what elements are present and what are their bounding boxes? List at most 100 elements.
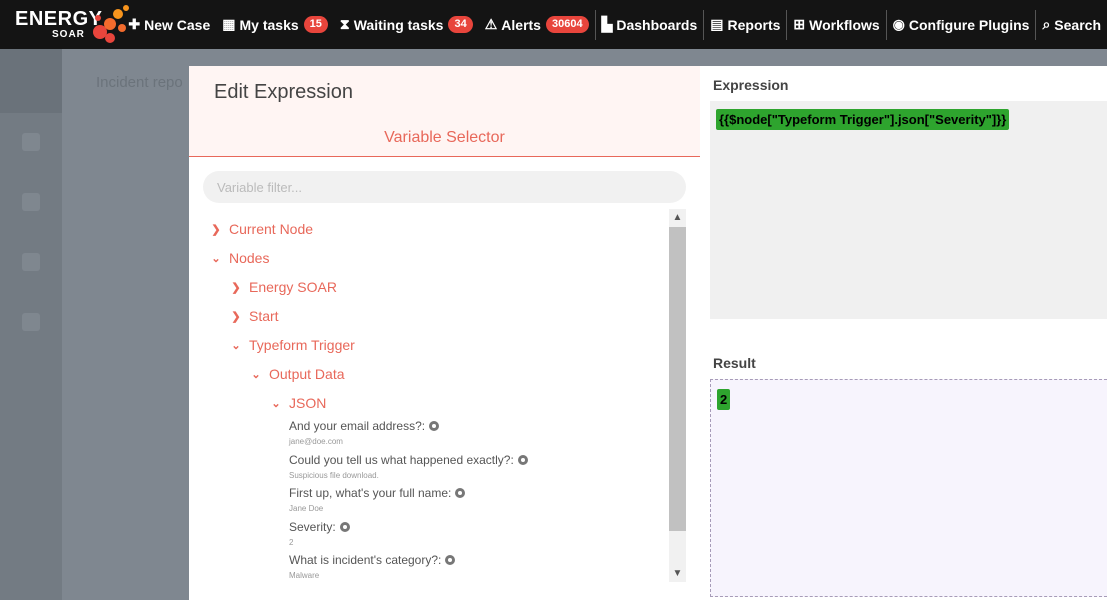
scrollbar-thumb[interactable] <box>669 227 686 531</box>
chevron-down-icon: ⌄ <box>231 339 241 352</box>
json-field-name-row: First up, what's your full name: <box>289 486 466 500</box>
json-field[interactable]: First up, what's your full name: Jane Do… <box>289 486 466 513</box>
json-field-name: Severity: <box>289 520 336 534</box>
variable-selector-title: Variable Selector <box>384 129 505 146</box>
json-field-value: Suspicious file download. <box>289 471 379 480</box>
variable-filter-input[interactable] <box>203 171 686 203</box>
background-sidebar-icon <box>22 313 40 331</box>
expression-label: Expression <box>713 77 789 93</box>
nav-reports[interactable]: ▤ Reports <box>704 0 786 49</box>
nav-waiting-tasks[interactable]: ⧗ Waiting tasks 34 <box>334 0 479 49</box>
nav-alerts-label: Alerts <box>501 16 541 33</box>
tree-scrollbar[interactable]: ▲ ▼ <box>669 209 686 582</box>
json-field[interactable]: What is incident's category?: Malware <box>289 553 456 580</box>
tree-item-label: Typeform Trigger <box>249 337 355 353</box>
main-nav: ✚ New Case ▦ My tasks 15 ⧗ Waiting tasks… <box>122 0 1107 49</box>
bar-chart-icon: ▙ <box>601 16 613 32</box>
nav-alerts[interactable]: ⚠ Alerts 30604 <box>479 0 595 49</box>
tasks-icon: ▦ <box>222 16 236 32</box>
tree-item-label: Output Data <box>269 366 345 382</box>
scroll-down-arrow-icon[interactable]: ▼ <box>669 565 686 582</box>
background-sidebar-header <box>0 49 62 113</box>
background-sidebar-icon <box>22 193 40 211</box>
tree-item-typeform-trigger[interactable]: ⌄ Typeform Trigger <box>231 337 355 353</box>
insert-variable-icon[interactable] <box>339 522 350 532</box>
nav-waiting-tasks-label: Waiting tasks <box>353 16 444 33</box>
expression-value: {{$node["Typeform Trigger"].json["Severi… <box>716 109 1010 130</box>
json-field-value: 2 <box>289 538 294 547</box>
tree-item-label: Current Node <box>229 221 314 237</box>
nav-new-case-label: New Case <box>144 16 211 33</box>
json-field-name-row: And your email address?: <box>289 419 440 433</box>
tree-item-label: Nodes <box>229 250 270 266</box>
result-value: 2 <box>717 389 731 410</box>
chevron-right-icon: ❯ <box>211 223 221 236</box>
tree-item-label: Energy SOAR <box>249 279 337 295</box>
edit-expression-modal-left: Edit Expression Variable Selector ❯ Curr… <box>189 66 700 600</box>
json-field-name: What is incident's category?: <box>289 553 442 567</box>
nav-configure-plugins[interactable]: ◉ Configure Plugins <box>887 0 1036 49</box>
file-icon: ▤ <box>710 16 724 32</box>
logo-hexagon-icon <box>93 5 129 43</box>
tree-item-json[interactable]: ⌄ JSON <box>271 395 326 411</box>
sitemap-icon: ⊞ <box>793 16 806 32</box>
chevron-right-icon: ❯ <box>231 310 241 323</box>
modal-header: Edit Expression Variable Selector <box>189 66 700 157</box>
insert-variable-icon[interactable] <box>517 455 528 465</box>
top-nav-bar: ENERGY SOAR ✚ New Case ▦ My tasks 15 ⧗ W… <box>0 0 1107 49</box>
json-field-name: First up, what's your full name: <box>289 486 452 500</box>
json-field-name-row: Severity: <box>289 520 350 534</box>
nav-my-tasks-label: My tasks <box>239 16 299 33</box>
tree-item-nodes[interactable]: ⌄ Nodes <box>211 250 269 266</box>
nav-workflows[interactable]: ⊞ Workflows <box>787 0 885 49</box>
json-field[interactable]: Severity: 2 <box>289 520 350 547</box>
nav-dashboards-label: Dashboards <box>616 16 698 33</box>
edit-expression-modal-right: Expression {{$node["Typeform Trigger"].j… <box>700 66 1107 600</box>
hourglass-icon: ⧗ <box>339 16 350 32</box>
chevron-down-icon: ⌄ <box>211 252 221 265</box>
json-field-name: And your email address?: <box>289 419 426 433</box>
tree-item-output-data[interactable]: ⌄ Output Data <box>251 366 345 382</box>
background-page-title: Incident repo <box>96 74 183 91</box>
result-label: Result <box>713 355 756 371</box>
json-field-value: Malware <box>289 571 320 580</box>
insert-variable-icon[interactable] <box>429 421 440 431</box>
my-tasks-count-badge: 15 <box>303 16 328 33</box>
chevron-down-icon: ⌄ <box>251 368 261 381</box>
tree-item-label: JSON <box>289 395 327 411</box>
insert-variable-icon[interactable] <box>455 488 466 498</box>
tree-item-start[interactable]: ❯ Start <box>231 308 278 324</box>
insert-variable-icon[interactable] <box>445 555 456 565</box>
json-field-value: jane@doe.com <box>289 437 343 446</box>
logo-word-soar: SOAR <box>52 29 85 40</box>
result-panel: 2 <box>710 379 1107 597</box>
json-field-name: Could you tell us what happened exactly?… <box>289 453 514 467</box>
energy-soar-logo[interactable]: ENERGY SOAR <box>0 0 129 49</box>
tree-item-current-node[interactable]: ❯ Current Node <box>211 221 313 237</box>
json-field-value: Jane Doe <box>289 504 324 513</box>
json-field-name-row: Could you tell us what happened exactly?… <box>289 453 528 467</box>
json-field[interactable]: And your email address?: jane@doe.com <box>289 419 440 446</box>
chevron-right-icon: ❯ <box>231 281 241 294</box>
scroll-up-arrow-icon[interactable]: ▲ <box>669 209 686 226</box>
variable-tree: ❯ Current Node ⌄ Nodes ❯ Energy SOAR ❯ S… <box>189 211 669 581</box>
nav-search-label: Search <box>1054 16 1101 33</box>
json-field[interactable]: Could you tell us what happened exactly?… <box>289 453 528 480</box>
nav-search[interactable]: ⌕ Search <box>1036 0 1107 49</box>
nav-workflows-label: Workflows <box>809 16 880 33</box>
alerts-count-badge: 30604 <box>545 16 589 33</box>
tree-item-energy-soar[interactable]: ❯ Energy SOAR <box>231 279 337 295</box>
modal-title: Edit Expression <box>214 81 353 103</box>
brain-icon: ◉ <box>892 16 905 32</box>
nav-new-case[interactable]: ✚ New Case <box>122 0 216 49</box>
background-sidebar-icon <box>22 133 40 151</box>
search-icon: ⌕ <box>1042 16 1051 32</box>
background-sidebar-icon <box>22 253 40 271</box>
expression-editor[interactable]: {{$node["Typeform Trigger"].json["Severi… <box>710 101 1107 319</box>
background-sidebar <box>0 49 62 600</box>
nav-reports-label: Reports <box>727 16 781 33</box>
nav-my-tasks[interactable]: ▦ My tasks 15 <box>216 0 334 49</box>
nav-dashboards[interactable]: ▙ Dashboards <box>596 0 704 49</box>
json-field-name-row: What is incident's category?: <box>289 553 456 567</box>
waiting-tasks-count-badge: 34 <box>448 16 473 33</box>
